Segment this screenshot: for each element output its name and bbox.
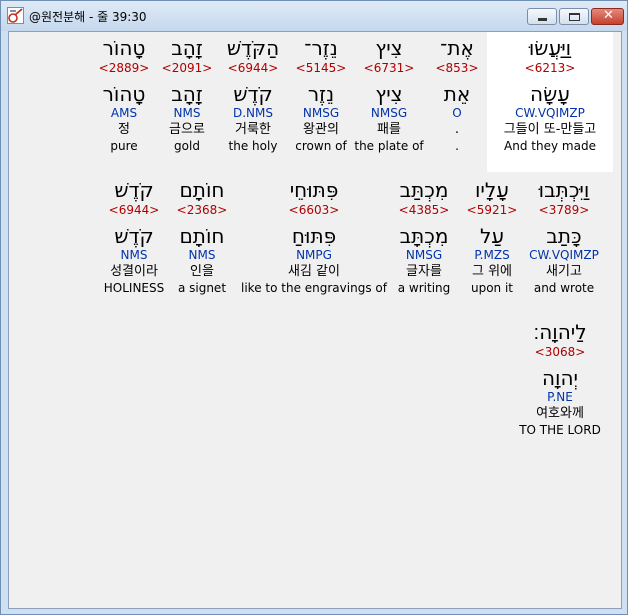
hebrew-word: לַיהוָה׃: [533, 320, 587, 344]
english-gloss: like to the engravings of: [241, 281, 387, 295]
maximize-button[interactable]: [559, 8, 589, 25]
strong-number[interactable]: <6603>: [241, 203, 387, 218]
minimize-icon: [538, 18, 547, 21]
strong-number[interactable]: <6213>: [487, 61, 613, 76]
hebrew-lemma: מִכְתָּב: [399, 224, 449, 248]
hebrew-word: פִּתּוּחֵי: [289, 178, 339, 202]
window-title: @원전분해 - 줄 39:30: [29, 10, 147, 24]
morphology-code: NMS: [120, 248, 148, 262]
close-button[interactable]: ✕: [591, 8, 624, 25]
korean-gloss: 여호와께: [536, 406, 584, 421]
word-block[interactable]: וַיַּעֲשׂוּ <6213> עָשָׂה CW.VQIMZP 그들이 …: [487, 32, 613, 172]
hebrew-word: מִכְתַּב: [399, 178, 449, 202]
hebrew-word: טָהוֹר: [102, 36, 146, 60]
morphology-code: P.NE: [547, 390, 573, 404]
hebrew-lemma: יְהוָה: [541, 366, 579, 390]
morphology-code: CW.VQIMZP: [515, 106, 585, 120]
title-bar[interactable]: @원전분해 - 줄 39:30 ✕: [1, 1, 627, 31]
word-block[interactable]: לַיהוָה׃ <3068> יְהוָה P.NE 여호와께 TO THE …: [507, 316, 613, 438]
interlinear-panel: וַיַּעֲשׂוּ <6213> עָשָׂה CW.VQIMZP 그들이 …: [8, 31, 622, 609]
strong-number[interactable]: <4385>: [381, 203, 467, 218]
word-block[interactable]: פִּתּוּחֵי <6603> פִּתּוּחַ NMPG 새김 같이 l…: [241, 174, 387, 296]
strong-number[interactable]: <2889>: [81, 61, 167, 76]
korean-gloss: 새김 같이: [288, 264, 340, 279]
app-icon: [7, 7, 24, 24]
korean-gloss: 그들이 또-만들고: [503, 122, 597, 137]
strong-number[interactable]: <3068>: [507, 345, 613, 360]
hebrew-word: וַיַּעֲשׂוּ: [528, 36, 572, 60]
hebrew-lemma: עָשָׂה: [530, 82, 570, 106]
app-window: @원전분해 - 줄 39:30 ✕ וַיַּעֲשׂוּ <6213> עָש…: [0, 0, 628, 615]
english-gloss: TO THE LORD: [519, 423, 601, 437]
morphology-code: NMPG: [296, 248, 332, 262]
hebrew-lemma: קֹדֶשׁ: [114, 224, 154, 248]
strong-number[interactable]: <6944>: [91, 203, 177, 218]
hebrew-word: קֹדֶשׁ: [114, 178, 154, 202]
korean-gloss: 정: [118, 122, 130, 137]
morphology-code: NMSG: [405, 248, 443, 262]
word-block[interactable]: טָהוֹר <2889> טָהוֹר AMS 정 pure: [81, 32, 167, 154]
maximize-icon: [569, 13, 580, 21]
english-gloss: HOLINESS: [103, 281, 165, 295]
word-block[interactable]: מִכְתַּב <4385> מִכְתָּב NMSG 글자를 a writ…: [381, 174, 467, 296]
korean-gloss: 글자를: [406, 264, 442, 279]
morphology-code: AMS: [110, 106, 138, 120]
close-icon: ✕: [603, 8, 614, 23]
hebrew-lemma: טָהוֹר: [102, 82, 146, 106]
hebrew-lemma: פִּתּוּחַ: [291, 224, 337, 248]
minimize-button[interactable]: [527, 8, 557, 25]
english-gloss: And they made: [504, 139, 596, 153]
korean-gloss: 성결이라: [110, 264, 158, 279]
english-gloss: pure: [110, 139, 138, 153]
word-block[interactable]: קֹדֶשׁ <6944> קֹדֶשׁ NMS 성결이라 HOLINESS: [91, 174, 177, 296]
english-gloss: a writing: [397, 281, 451, 295]
